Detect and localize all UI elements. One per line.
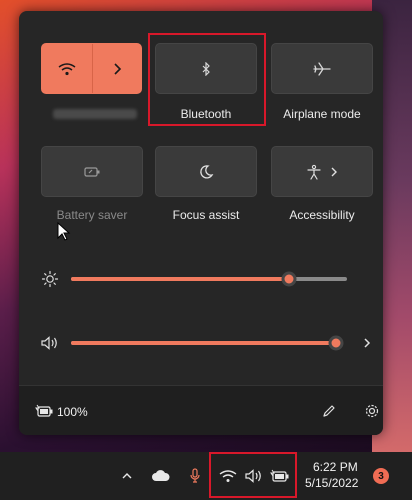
taskbar-time[interactable]: 6:22 PM bbox=[313, 460, 358, 474]
battery-icon[interactable] bbox=[269, 466, 291, 486]
taskbar: 6:22 PM 5/15/2022 3 bbox=[0, 452, 412, 500]
battery-saver-tile[interactable] bbox=[41, 146, 143, 197]
brightness-slider[interactable] bbox=[71, 271, 347, 287]
microphone-icon[interactable] bbox=[186, 466, 204, 486]
mouse-cursor-icon bbox=[57, 221, 71, 246]
gear-icon[interactable] bbox=[362, 401, 382, 421]
wifi-icon[interactable] bbox=[217, 466, 239, 486]
brightness-slider-thumb[interactable] bbox=[281, 271, 297, 287]
quick-settings-footer: 100% bbox=[19, 385, 383, 435]
bluetooth-label: Bluetooth bbox=[180, 107, 232, 121]
battery-percentage: 100% bbox=[57, 405, 88, 419]
volume-slider-fill bbox=[71, 341, 337, 345]
volume-slider[interactable] bbox=[71, 335, 344, 351]
airplane-icon bbox=[313, 61, 331, 77]
speaker-icon[interactable] bbox=[243, 466, 265, 486]
bluetooth-tile[interactable] bbox=[155, 43, 257, 94]
brightness-slider-fill bbox=[71, 277, 290, 281]
focus-assist-label: Focus assist bbox=[172, 208, 240, 222]
chevron-right-icon[interactable] bbox=[106, 59, 128, 79]
wifi-tile[interactable] bbox=[41, 43, 142, 94]
accessibility-icon bbox=[304, 162, 324, 182]
bluetooth-icon bbox=[201, 61, 211, 76]
sun-icon bbox=[40, 269, 60, 289]
moon-icon bbox=[198, 164, 214, 180]
wifi-icon[interactable] bbox=[56, 59, 78, 79]
chevron-right-icon[interactable] bbox=[326, 162, 342, 182]
focus-assist-tile[interactable] bbox=[155, 146, 257, 197]
airplane-mode-label: Airplane mode bbox=[283, 107, 361, 121]
wifi-network-name-blurred bbox=[53, 109, 137, 119]
wifi-tile-divider bbox=[91, 44, 93, 93]
speaker-icon[interactable] bbox=[39, 333, 61, 353]
chevron-up-icon[interactable] bbox=[119, 466, 135, 486]
chevron-right-icon[interactable] bbox=[359, 333, 375, 353]
cloud-icon[interactable] bbox=[150, 466, 172, 486]
battery-charging-icon[interactable] bbox=[34, 402, 54, 420]
taskbar-date[interactable]: 5/15/2022 bbox=[305, 476, 358, 490]
battery-saver-label: Battery saver bbox=[56, 208, 128, 222]
airplane-mode-tile[interactable] bbox=[271, 43, 373, 94]
battery-saver-icon bbox=[83, 166, 101, 178]
quick-settings-panel: Bluetooth Airplane mode Battery saver Fo… bbox=[19, 11, 383, 435]
accessibility-tile[interactable] bbox=[271, 146, 373, 197]
notification-badge[interactable]: 3 bbox=[373, 468, 389, 484]
volume-slider-thumb[interactable] bbox=[328, 335, 344, 351]
accessibility-label: Accessibility bbox=[289, 208, 355, 222]
pencil-icon[interactable] bbox=[319, 401, 339, 421]
